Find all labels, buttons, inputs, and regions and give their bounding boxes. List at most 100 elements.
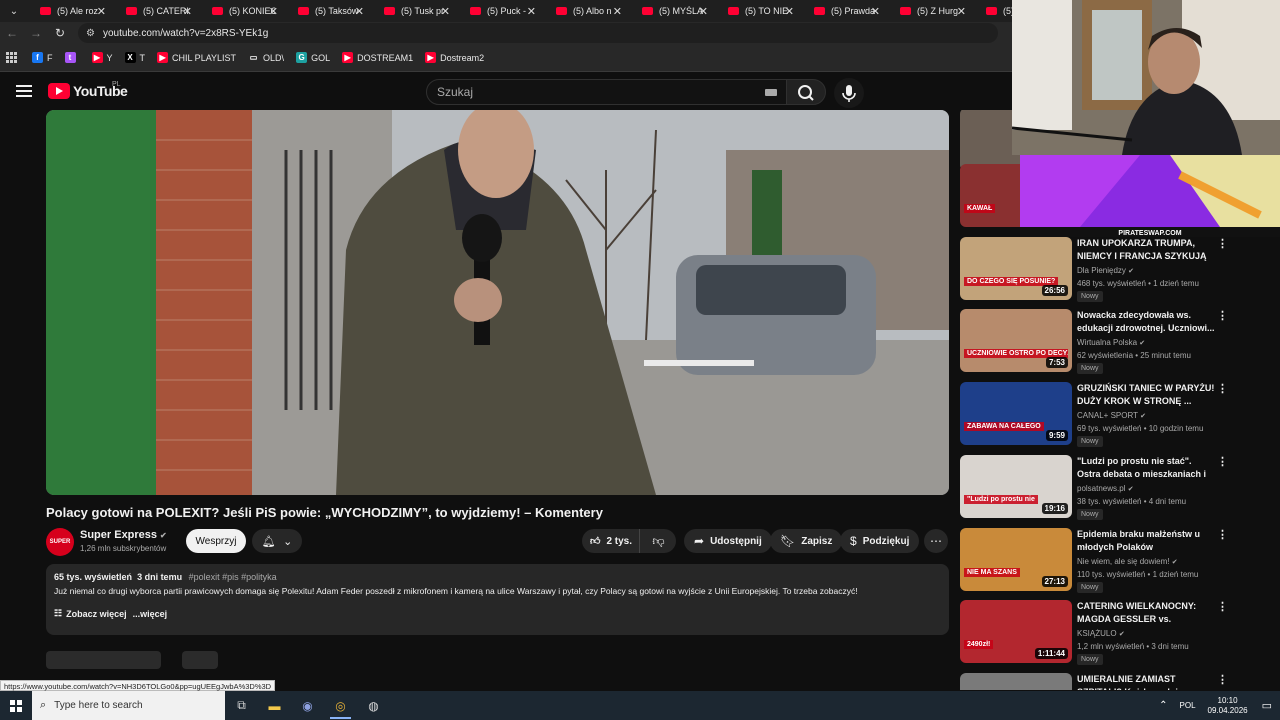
video-thumbnail[interactable]: NIE MA SZANS 27:13 — [960, 528, 1072, 591]
recommended-channel[interactable]: Nie wiem, ale się dowiem! ✔ — [1077, 557, 1178, 566]
task-view-icon[interactable]: ⧉ — [225, 691, 258, 720]
voice-search-button[interactable] — [834, 78, 864, 108]
recommended-video-title[interactable]: UMIERALNIE ZAMIAST SZPITALI? Każdego dni… — [1077, 673, 1215, 690]
address-bar[interactable]: ⚙ youtube.com/watch?v=2x8RS-YEk1g — [78, 23, 998, 43]
video-thumbnail[interactable]: ZABAWA NA CAŁEGO 9:59 — [960, 382, 1072, 445]
bookmark-item[interactable]: fF — [32, 52, 53, 63]
support-button[interactable]: Wesprzyj — [186, 529, 246, 553]
recommended-channel[interactable]: KSIĄŻULO ✔ — [1077, 629, 1125, 638]
recommended-video-title[interactable]: Nowacka zdecydowała ws. edukacji zdrowot… — [1077, 309, 1215, 335]
recommended-video-title[interactable]: "Ludzi po prostu nie stać". Ostra debata… — [1077, 455, 1215, 481]
bookmark-item[interactable]: G GOL — [296, 52, 330, 63]
recommended-video[interactable]: UMIERALNIE ZAMIAST SZPITALI? Każdego dni… — [959, 673, 1280, 690]
more-vertical-icon[interactable]: ⋮ — [1217, 600, 1228, 613]
more-vertical-icon[interactable]: ⋮ — [1217, 455, 1228, 468]
search-input[interactable]: Szukaj — [426, 79, 788, 105]
menu-icon[interactable] — [16, 85, 32, 97]
discord-icon[interactable]: ◉ — [291, 691, 324, 720]
bookmark-item[interactable]: ▶ Dostream2 — [425, 52, 484, 63]
notification-icon[interactable]: ▭ — [1262, 699, 1272, 712]
close-icon[interactable]: ✕ — [527, 5, 536, 18]
clock[interactable]: 10:10 09.04.2026 — [1208, 696, 1248, 716]
recommended-video[interactable]: UCZNIOWIE OSTRO PO DECYZJI NOW7:53Nowack… — [959, 309, 1280, 375]
recommended-channel[interactable]: Dla Pieniędzy ✔ — [1077, 266, 1134, 275]
thanks-button[interactable]: $ Podziękuj — [840, 529, 920, 553]
recommended-video[interactable]: NIE MA SZANS 27:13 Epidemia braku małżeńst… — [959, 528, 1280, 594]
chrome-icon[interactable]: ◎ — [324, 691, 357, 720]
save-button[interactable]: 🔖︎ Zapisz — [770, 529, 843, 553]
browser-tab[interactable]: (5) Ale roz ✕ — [28, 0, 114, 22]
recommended-video[interactable]: DO CZEGO SIĘ POSUNIE? 26:56 IRAN UPOKARZA … — [959, 237, 1280, 303]
more-vertical-icon[interactable]: ⋮ — [1217, 673, 1228, 686]
search-button[interactable] — [786, 79, 826, 105]
browser-tab[interactable]: (5) Puck - ✕ — [458, 0, 544, 22]
recommended-video[interactable]: "Ludzi po prostu nie 19:16 "Ludzi po prost… — [959, 455, 1280, 521]
browser-tab[interactable]: (5) MYŚLA ✕ — [630, 0, 716, 22]
bookmark-item[interactable]: ▶ CHIL PLAYLIST — [157, 52, 236, 63]
close-icon[interactable]: ✕ — [355, 5, 364, 18]
close-icon[interactable]: ✕ — [699, 5, 708, 18]
more-vertical-icon[interactable]: ⋮ — [1217, 309, 1228, 322]
hashtags[interactable]: #polexit #pis #polityka — [189, 572, 277, 582]
obs-icon[interactable]: ◍ — [357, 691, 390, 720]
taskbar-search[interactable]: ⌕ Type here to search — [32, 691, 225, 720]
keyboard-icon[interactable] — [765, 89, 777, 96]
start-button[interactable] — [0, 691, 32, 720]
bookmark-item[interactable]: ▶ DOSTREAM1 — [342, 52, 413, 63]
video-thumbnail[interactable]: DO CZEGO SIĘ POSUNIE? 26:56 — [960, 237, 1072, 300]
close-icon[interactable]: ✕ — [269, 5, 278, 18]
recommended-channel[interactable]: polsatnews.pl ✔ — [1077, 484, 1134, 493]
chevron-up-icon[interactable]: ⌃ — [1159, 700, 1167, 711]
close-icon[interactable]: ✕ — [97, 5, 106, 18]
close-icon[interactable]: ✕ — [957, 5, 966, 18]
channel-name[interactable]: Super Express ✔ — [80, 529, 167, 541]
recommended-channel[interactable]: Wirtualna Polska ✔ — [1077, 338, 1145, 347]
more-vertical-icon[interactable]: ⋮ — [1217, 382, 1228, 395]
share-button[interactable]: ➦ Udostępnij — [684, 529, 772, 553]
close-icon[interactable]: ✕ — [613, 5, 622, 18]
dislike-button[interactable]: 👎︎ — [641, 529, 676, 553]
more-actions-button[interactable]: ⋯ — [924, 529, 948, 553]
site-info-icon[interactable]: ⚙ — [86, 28, 95, 39]
bookmark-item[interactable]: XT — [124, 52, 145, 63]
video-thumbnail[interactable] — [960, 673, 1072, 690]
expand-description-link[interactable]: ...więcej — [133, 609, 168, 619]
file-explorer-icon[interactable]: ▬ — [258, 691, 291, 720]
bookmark-item[interactable]: ▶ Y — [91, 52, 113, 63]
video-thumbnail[interactable]: 2490zł! 1:11:44 — [960, 600, 1072, 663]
close-icon[interactable]: ✕ — [441, 5, 450, 18]
video-thumbnail[interactable]: UCZNIOWIE OSTRO PO DECYZJI NOW7:53 — [960, 309, 1072, 372]
bookmark-item[interactable]: ▭ OLD\ — [248, 52, 284, 63]
forward-button[interactable]: → — [24, 22, 48, 44]
recommended-video-title[interactable]: IRAN UPOKARZA TRUMPA, NIEMCY I FRANCJA S… — [1077, 237, 1215, 263]
back-button[interactable]: ← — [0, 22, 24, 44]
browser-tab[interactable]: (5) Z Hurg ✕ — [888, 0, 974, 22]
close-icon[interactable]: ✕ — [785, 5, 794, 18]
recommended-video-title[interactable]: GRUZIŃSKI TANIEC W PARYŻU! DUŻY KROK W S… — [1077, 382, 1215, 408]
browser-tab[interactable]: (5) Taksów ✕ — [286, 0, 372, 22]
more-vertical-icon[interactable]: ⋮ — [1217, 237, 1228, 250]
close-icon[interactable]: ✕ — [871, 5, 880, 18]
browser-tab[interactable]: (5) CATERI ✕ — [114, 0, 200, 22]
language-indicator[interactable]: POL — [1180, 701, 1196, 710]
see-more-link[interactable]: Zobacz więcej — [66, 609, 127, 619]
channel-avatar[interactable]: SUPER — [46, 528, 74, 556]
browser-tab[interactable]: (5) KONIEC ✕ — [200, 0, 286, 22]
browser-tab[interactable]: (5) Prawda ✕ — [802, 0, 888, 22]
browser-tab[interactable]: (5) Tusk pr ✕ — [372, 0, 458, 22]
video-thumbnail[interactable]: "Ludzi po prostu nie 19:16 — [960, 455, 1072, 518]
recommended-video[interactable]: ZABAWA NA CAŁEGO 9:59 GRUZIŃSKI TANIEC W P… — [959, 382, 1280, 448]
like-button[interactable]: 👍︎ 2 tys. — [582, 529, 640, 553]
recommended-video-title[interactable]: Epidemia braku małżeństw u młodych Polak… — [1077, 528, 1215, 554]
browser-tab[interactable]: (5) Albo n ✕ — [544, 0, 630, 22]
apps-grid-icon[interactable] — [6, 51, 18, 64]
reload-button[interactable]: ↻ — [48, 22, 72, 44]
browser-tab[interactable]: (5) TO NIE ✕ — [716, 0, 802, 22]
video-player[interactable] — [46, 110, 949, 495]
close-icon[interactable]: ✕ — [183, 5, 192, 18]
notifications-button[interactable]: 🔔︎ ⌄ — [252, 529, 302, 553]
description-box[interactable]: 65 tys. wyświetleń 3 dni temu #polexit #… — [46, 564, 949, 635]
recommended-video-title[interactable]: CATERING WIELKANOCNY: MAGDA GESSLER vs. … — [1077, 600, 1215, 626]
bookmark-item[interactable]: t — [64, 52, 80, 63]
recommended-video[interactable]: 2490zł! 1:11:44 CATERING WIELKANOCNY: MAGD… — [959, 600, 1280, 666]
